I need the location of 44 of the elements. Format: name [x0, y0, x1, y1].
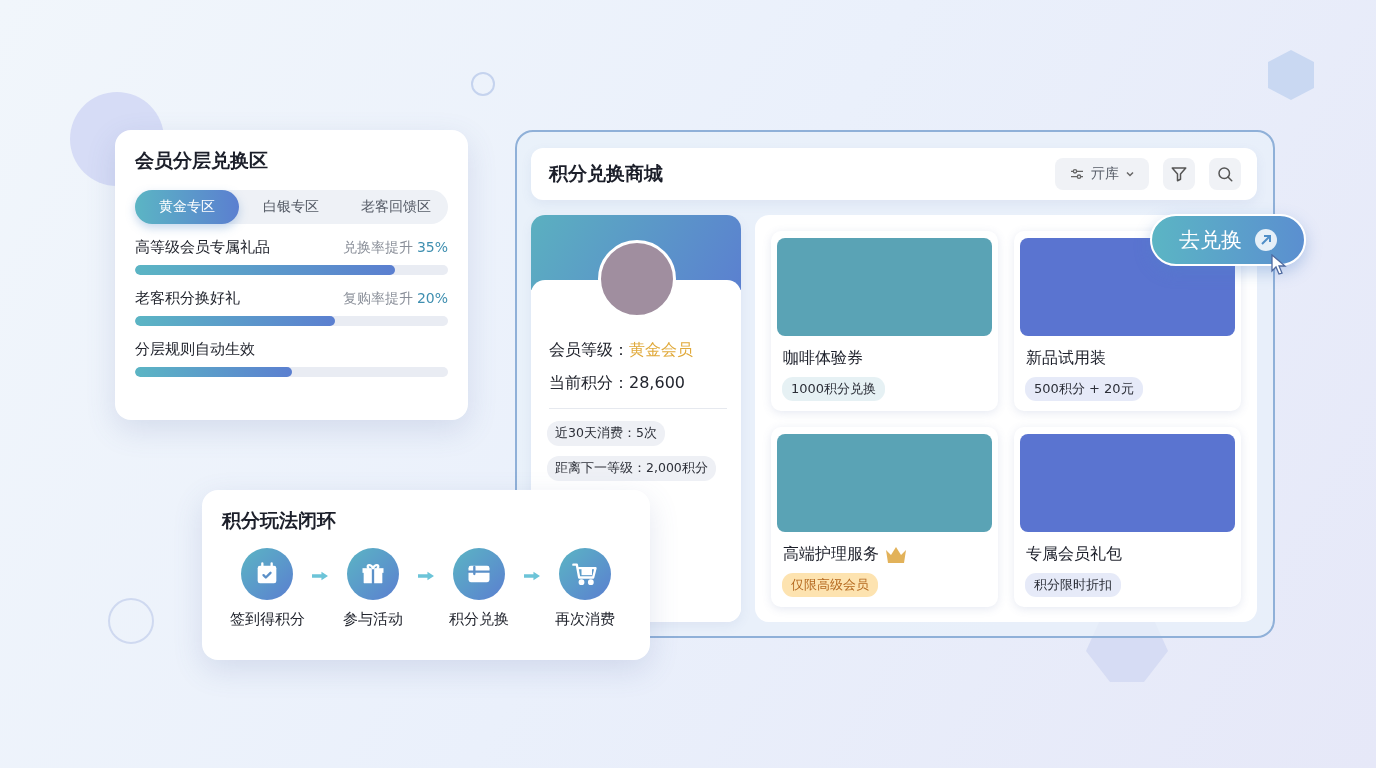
- points-value: 28,600: [629, 373, 685, 394]
- filter-button[interactable]: [1163, 158, 1195, 190]
- sort-dropdown[interactable]: 亓库: [1055, 158, 1149, 190]
- metric-rate: 20%: [416, 290, 448, 308]
- metric-rate: 35%: [416, 239, 448, 257]
- bg-ring: [108, 598, 154, 644]
- metric-label: 高等级会员专属礼品: [135, 238, 270, 257]
- tier-tab[interactable]: 白银专区: [239, 190, 344, 224]
- product-name: 专属会员礼包: [1026, 544, 1122, 565]
- panel-title: 会员分层兑换区: [135, 148, 269, 173]
- store-title: 积分兑换商城: [549, 161, 664, 186]
- stat-chip: 距离下一等级：2,000积分: [547, 456, 716, 481]
- tier-tab[interactable]: 老客回馈区: [343, 190, 448, 224]
- sliders-icon: [1069, 166, 1085, 182]
- member-level: 黄金会员: [629, 340, 693, 361]
- metric-note: 复购率提升: [342, 290, 413, 308]
- product-card[interactable]: 高端护理服务 仅限高级会员: [771, 427, 998, 607]
- product-tag: 1000积分兑换: [782, 377, 886, 401]
- bg-ring: [471, 72, 495, 96]
- step-label: 再次消费: [555, 610, 615, 629]
- points-label: 当前积分：: [549, 373, 629, 394]
- search-button[interactable]: [1209, 158, 1241, 190]
- product-tag: 500积分 + 20元: [1025, 377, 1143, 401]
- step-label: 参与活动: [343, 610, 403, 629]
- metric-label: 老客积分换好礼: [135, 289, 240, 308]
- filter-icon: [1170, 165, 1188, 183]
- hexagon-shape: [1268, 50, 1314, 100]
- step-label: 积分兑换: [449, 610, 509, 629]
- cursor-icon: [1270, 254, 1288, 276]
- metric-label: 分层规则自动生效: [135, 340, 255, 359]
- product-name: 新品试用装: [1026, 348, 1106, 369]
- product-tag: 积分限时折扣: [1025, 573, 1121, 597]
- search-icon: [1216, 165, 1234, 183]
- product-card[interactable]: 专属会员礼包 积分限时折扣: [1014, 427, 1241, 607]
- level-label: 会员等级：: [549, 340, 629, 361]
- metric-note: 兑换率提升: [342, 239, 413, 257]
- panel-title: 积分玩法闭环: [222, 508, 337, 533]
- product-tag: 仅限高级会员: [782, 573, 878, 597]
- caret-icon: [1125, 169, 1135, 179]
- product-card[interactable]: 咖啡体验券 1000积分兑换: [771, 231, 998, 411]
- product-name: 高端护理服务: [783, 544, 879, 565]
- stat-chip: 近30天消费：5次: [547, 421, 665, 446]
- step-label: 签到得积分: [229, 610, 305, 629]
- product-name: 咖啡体验券: [783, 348, 863, 369]
